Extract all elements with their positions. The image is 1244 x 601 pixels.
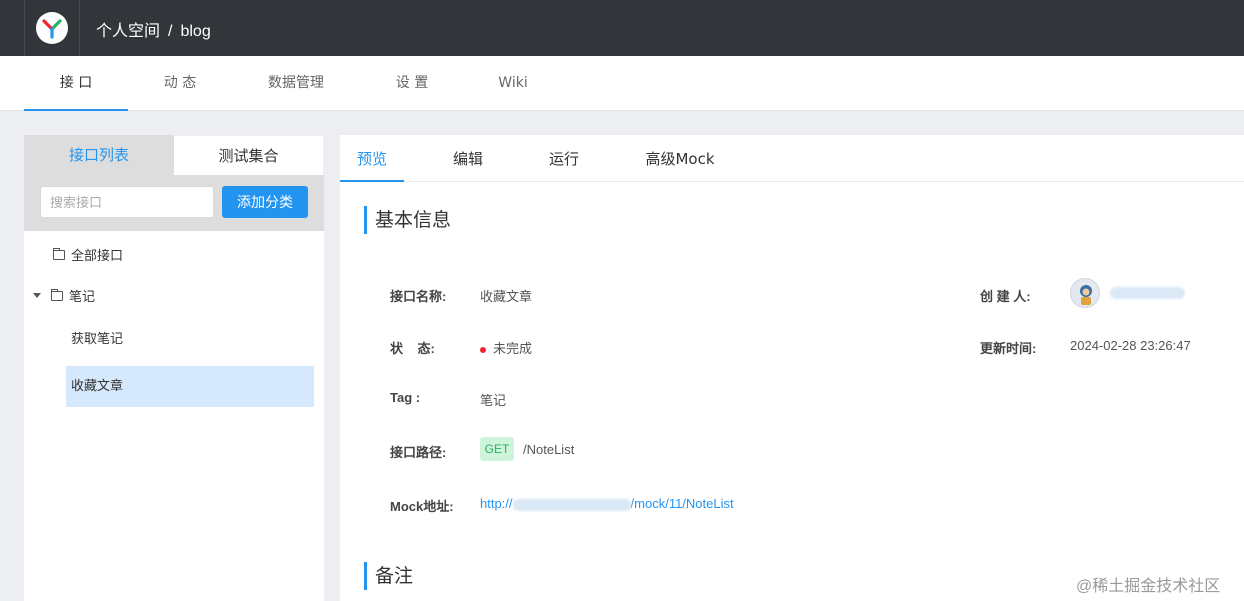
watermark: @稀土掘金技术社区 xyxy=(1076,578,1221,595)
path-label: 接口路径: xyxy=(390,445,447,460)
breadcrumb: 个人空间 / blog xyxy=(96,17,211,41)
method-badge: GET xyxy=(480,437,514,461)
tree-item-favorite-article[interactable]: 收藏文章 xyxy=(71,375,123,394)
tree-item-all[interactable]: 全部接口 xyxy=(53,245,123,264)
tab-settings[interactable]: 设 置 xyxy=(372,56,452,111)
search-input[interactable] xyxy=(40,186,214,218)
interface-detail: 预览 编辑 运行 高级Mock 基本信息 接口名称: 收藏文章 状 态: 未完成… xyxy=(340,135,1244,601)
status-value: 未完成 xyxy=(480,338,532,357)
breadcrumb-space[interactable]: 个人空间 xyxy=(96,23,160,40)
interface-sidebar: 接口列表 测试集合 添加分类 全部接口 笔记 获取笔记 收藏文章 xyxy=(24,135,324,601)
add-category-button[interactable]: 添加分类 xyxy=(222,186,308,218)
updated-label: 更新时间: xyxy=(980,341,1037,356)
tab-interface[interactable]: 接 口 xyxy=(24,56,128,111)
tab-run[interactable]: 运行 xyxy=(532,135,596,182)
redacted-host xyxy=(512,498,631,511)
status-text: 未完成 xyxy=(493,341,533,356)
detail-tabs: 预览 编辑 运行 高级Mock xyxy=(340,135,1244,182)
tree-category-label: 笔记 xyxy=(69,290,96,305)
caret-down-icon[interactable] xyxy=(33,293,41,298)
breadcrumb-project[interactable]: blog xyxy=(180,23,210,40)
interface-name-label: 接口名称: xyxy=(390,289,447,304)
tree-category-notes[interactable]: 笔记 xyxy=(33,286,95,305)
mock-url-link[interactable]: http:// /mock/11/NoteList xyxy=(480,496,734,511)
search-row: 添加分类 xyxy=(24,175,324,231)
updated-value: 2024-02-28 23:26:47 xyxy=(1070,338,1191,353)
tab-advanced-mock[interactable]: 高级Mock xyxy=(636,135,724,182)
creator-label: 创 建 人: xyxy=(980,289,1031,304)
project-tabs: 接 口 动 态 数据管理 设 置 Wiki xyxy=(0,56,1244,111)
tab-data-management[interactable]: 数据管理 xyxy=(256,56,336,111)
status-dot-icon xyxy=(480,346,486,353)
tab-test-collection[interactable]: 测试集合 xyxy=(174,135,324,175)
mock-url-suffix: /mock/11/NoteList xyxy=(630,496,734,511)
tab-interface-list[interactable]: 接口列表 xyxy=(24,135,174,175)
tab-edit[interactable]: 编辑 xyxy=(436,135,500,182)
path-value: /NoteList xyxy=(523,442,575,457)
mock-label: Mock地址: xyxy=(390,499,454,514)
logo[interactable] xyxy=(24,0,80,56)
folder-open-icon xyxy=(51,288,63,301)
tab-activity[interactable]: 动 态 xyxy=(140,56,220,111)
mock-url-prefix: http:// xyxy=(480,496,513,511)
tree-item-get-notes[interactable]: 获取笔记 xyxy=(71,328,123,347)
interface-name-value: 收藏文章 xyxy=(480,289,533,304)
section-title-notes: 备注 xyxy=(364,562,413,590)
status-label: 状 态: xyxy=(390,341,435,356)
top-bar: 个人空间 / blog xyxy=(0,0,1244,56)
tag-value: 笔记 xyxy=(480,393,507,408)
tag-label: Tag : xyxy=(390,390,421,405)
tab-wiki[interactable]: Wiki xyxy=(473,56,553,111)
breadcrumb-separator: / xyxy=(168,23,173,40)
section-title-basic-info: 基本信息 xyxy=(364,206,451,234)
tab-preview[interactable]: 预览 xyxy=(340,135,404,182)
avatar[interactable] xyxy=(1070,278,1100,308)
redacted-creator-name xyxy=(1110,287,1185,299)
tree-item-all-label: 全部接口 xyxy=(71,249,124,264)
yapi-logo-icon xyxy=(36,12,68,44)
folder-icon xyxy=(53,247,65,260)
